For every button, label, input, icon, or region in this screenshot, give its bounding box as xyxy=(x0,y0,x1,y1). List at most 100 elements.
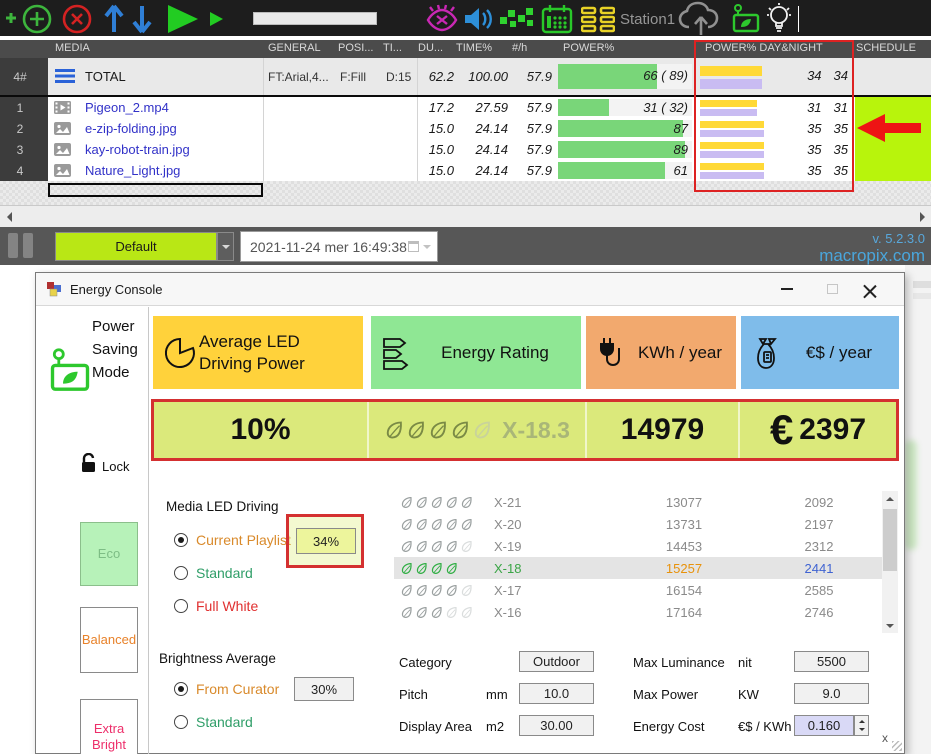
row-time-pct: 24.14 xyxy=(456,163,508,178)
radio-from-curator[interactable]: From Curator xyxy=(174,679,279,699)
image-file-icon xyxy=(54,164,71,180)
radio-standard-brightness[interactable]: Standard xyxy=(174,712,253,732)
energy-cost-spinner[interactable] xyxy=(854,715,869,736)
brightness-bulb-icon[interactable] xyxy=(766,3,792,35)
pitch-value[interactable]: 10.0 xyxy=(519,683,594,704)
radio-standard-driving[interactable]: Standard xyxy=(174,563,253,583)
background-artifact xyxy=(913,293,931,299)
scroll-down-arrow[interactable] xyxy=(882,618,898,633)
radio-icon[interactable] xyxy=(174,566,188,580)
mode-button-eco[interactable]: Eco xyxy=(80,522,138,586)
mode-button-extra-bright[interactable]: Extra Bright xyxy=(80,699,138,754)
media-file-name[interactable]: Nature_Light.jpg xyxy=(85,163,180,178)
datetime-picker[interactable]: 2021-11-24 mer 16:49:38 xyxy=(240,231,438,262)
radio-icon[interactable] xyxy=(174,715,188,729)
preset-dropdown-button[interactable] xyxy=(217,232,234,261)
spin-down-icon[interactable] xyxy=(859,728,865,731)
rating-leaves-icons xyxy=(394,606,494,619)
resize-grip[interactable] xyxy=(892,741,902,751)
console-close-x[interactable]: x xyxy=(882,731,888,745)
total-time-pct: 100.00 xyxy=(456,69,508,84)
scroll-left-arrow[interactable] xyxy=(0,206,18,228)
max-power-label: Max Power xyxy=(633,687,698,702)
row-du: 15.0 xyxy=(408,163,454,178)
move-down-button[interactable] xyxy=(129,3,155,35)
minimize-button[interactable] xyxy=(776,279,798,299)
media-file-name[interactable]: Pigeon_2.mp4 xyxy=(85,100,169,115)
scrollbar-thumb[interactable] xyxy=(883,509,897,571)
row-time-pct: 27.59 xyxy=(456,100,508,115)
display-area-value[interactable]: 30.00 xyxy=(519,715,594,736)
card-energy-rating: Energy Rating xyxy=(371,316,581,389)
col-power-pct: POWER% xyxy=(563,42,614,54)
radio-icon[interactable] xyxy=(174,599,188,613)
media-file-name[interactable]: e-zip-folding.jpg xyxy=(85,121,177,136)
pause-bar-icon[interactable] xyxy=(23,233,33,258)
energy-cost-value[interactable]: 0.160 xyxy=(794,715,854,736)
image-file-icon xyxy=(54,143,71,159)
rating-row[interactable]: X-17 16154 2585 xyxy=(394,579,882,601)
rating-row[interactable]: X-19 14453 2312 xyxy=(394,535,882,557)
delete-media-button[interactable] xyxy=(61,3,93,35)
mode-button-balanced[interactable]: Balanced xyxy=(80,607,138,673)
rating-row-selected[interactable]: X-18 15257 2441 xyxy=(394,557,882,579)
cloud-upload-icon[interactable] xyxy=(676,1,726,37)
display-area-unit: m2 xyxy=(486,719,504,734)
layout-grid-icon[interactable] xyxy=(580,5,616,35)
rating-kwh: 13077 xyxy=(604,495,764,510)
max-luminance-value[interactable]: 5500 xyxy=(794,651,869,672)
pause-bar-icon[interactable] xyxy=(8,233,18,258)
move-up-button[interactable] xyxy=(101,3,127,35)
calendar-icon[interactable] xyxy=(540,3,574,35)
ratings-scrollbar[interactable] xyxy=(882,491,898,633)
close-button[interactable] xyxy=(858,279,880,299)
calendar-mini-icon xyxy=(408,241,419,252)
signal-status-icon[interactable] xyxy=(500,7,534,33)
radio-label: Current Playlist xyxy=(196,532,291,548)
radio-current-playlist[interactable]: Current Playlist xyxy=(174,530,291,550)
audio-icon[interactable] xyxy=(462,5,494,33)
category-value[interactable]: Outdoor xyxy=(519,651,594,672)
power-saving-icon[interactable] xyxy=(730,4,762,34)
rating-name: X-20 xyxy=(494,517,604,532)
status-bar: Default 2021-11-24 mer 16:49:38 v. 5.2.3… xyxy=(0,227,931,265)
radio-icon[interactable] xyxy=(174,533,188,547)
max-power-value[interactable]: 9.0 xyxy=(794,683,869,704)
row-power-value: 31 ( 32) xyxy=(643,100,688,115)
brightness-average-value[interactable]: 30% xyxy=(294,677,354,701)
media-file-name[interactable]: kay-robot-train.jpg xyxy=(85,142,190,157)
datetime-dropdown-icons[interactable] xyxy=(408,241,431,252)
lock-icon[interactable] xyxy=(80,453,97,473)
maximize-button[interactable] xyxy=(821,279,843,299)
rating-kwh: 17164 xyxy=(604,605,764,620)
volume-slider[interactable] xyxy=(253,12,377,25)
total-per-hour: 57.9 xyxy=(510,69,552,84)
rating-name: X-19 xyxy=(494,539,604,554)
add-media-button[interactable] xyxy=(21,3,53,35)
rating-row[interactable]: X-16 17164 2746 xyxy=(394,601,882,623)
preset-button[interactable]: Default xyxy=(55,232,217,261)
datetime-value: 2021-11-24 mer 16:49:38 xyxy=(250,239,407,255)
card-label: €$ / year xyxy=(787,342,891,364)
play-preview-button[interactable] xyxy=(206,9,226,29)
rating-row[interactable]: X-21 13077 2092 xyxy=(394,491,882,513)
rating-leaves-icons xyxy=(394,584,494,597)
radio-icon[interactable] xyxy=(174,682,188,696)
hide-preview-icon[interactable] xyxy=(424,3,460,35)
rating-leaves-icons xyxy=(394,518,494,531)
window-titlebar[interactable]: Energy Console xyxy=(36,273,904,306)
add-mini-icon[interactable] xyxy=(4,10,18,26)
drag-handle-icon[interactable] xyxy=(55,68,75,87)
horizontal-scrollbar[interactable] xyxy=(0,205,931,227)
spin-up-icon[interactable] xyxy=(859,720,865,723)
scroll-right-arrow[interactable] xyxy=(913,206,931,228)
play-button[interactable] xyxy=(164,3,202,35)
col-time-pct: TIME% xyxy=(456,42,492,54)
pitch-unit: mm xyxy=(486,687,508,702)
radio-full-white[interactable]: Full White xyxy=(174,596,258,616)
scroll-up-arrow[interactable] xyxy=(882,491,898,506)
media-led-driving-value[interactable]: 34% xyxy=(296,528,356,554)
rating-row[interactable]: X-20 13731 2197 xyxy=(394,513,882,535)
col-duration: DU... xyxy=(418,42,443,54)
row-du: 15.0 xyxy=(408,142,454,157)
